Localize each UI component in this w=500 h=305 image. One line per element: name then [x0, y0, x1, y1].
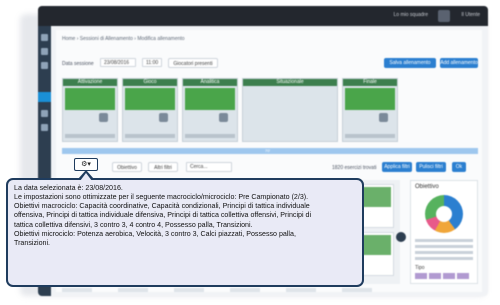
phase-column[interactable]: Analitica	[182, 78, 238, 142]
tooltip-line: tattica collettiva difensivi, 3 contro 3…	[14, 220, 253, 229]
phase-title: Finale	[343, 79, 397, 86]
objective-title: Obiettivo	[415, 184, 439, 190]
team-icon[interactable]	[41, 62, 48, 69]
user-menu[interactable]: Il Utente	[461, 12, 480, 18]
results-count: 1820 esercizi trovati	[332, 165, 377, 171]
phase-footer	[125, 134, 175, 138]
phase-footer	[65, 134, 115, 138]
phase-footer	[185, 134, 235, 138]
exercise-thumbnail[interactable]	[345, 88, 395, 110]
phase-column[interactable]: Attivazione	[62, 78, 118, 142]
total-time-label: 70'	[265, 148, 271, 153]
exercise-icon	[379, 113, 388, 122]
top-bar: Lo mio squadre Il Utente	[38, 6, 488, 26]
tooltip-line: offensiva, Principi di tattica individua…	[14, 211, 312, 220]
exercise-thumbnail[interactable]	[185, 88, 235, 110]
tooltip-line: Obiettivi macrociclo: Capacità coordinat…	[14, 202, 310, 211]
tooltip-line: La data selezionata è: 23/08/2016.	[14, 184, 123, 192]
tooltip-line: Obiettivi microciclo: Potenza aerobica, …	[14, 229, 296, 238]
type-tag	[443, 273, 455, 279]
phase-column[interactable]: Gioco	[122, 78, 178, 142]
exercise-icon	[99, 113, 108, 122]
type-tag	[429, 273, 441, 279]
type-tag	[457, 273, 469, 279]
apply-filters-button[interactable]: Applica filtri	[382, 162, 412, 172]
phase-title: Situazionale	[243, 79, 337, 86]
filter-row: Obiettivo Altri filtri Cerca... 1820 ese…	[62, 162, 478, 174]
phase-title: Attivazione	[63, 79, 117, 86]
legend-row	[415, 257, 473, 260]
type-label: Tipo	[415, 265, 425, 271]
team-menu[interactable]: Lo mio squadre	[394, 12, 428, 18]
ok-button[interactable]: Ok	[452, 162, 466, 172]
date-label: Data sessione	[62, 61, 94, 67]
add-training-button[interactable]: Add allenamento	[440, 58, 478, 68]
date-input[interactable]: 23/08/2016	[100, 58, 136, 67]
reset-filters-button[interactable]: Pulisci filtri	[416, 162, 446, 172]
other-filters[interactable]: Altri filtri	[148, 162, 178, 172]
search-input[interactable]: Cerca...	[186, 162, 232, 172]
card-actions-row	[62, 288, 478, 293]
next-page-icon[interactable]	[396, 232, 406, 242]
phase-title: Analitica	[183, 79, 237, 86]
phase-footer	[345, 134, 395, 138]
phase-title: Gioco	[123, 79, 177, 86]
exercise-icon	[159, 113, 168, 122]
phase-column[interactable]: Finale	[342, 78, 398, 142]
present-players-button[interactable]: Giocatori presenti	[168, 58, 218, 68]
date-row: Data sessione 23/08/2016 11:00 Giocatori…	[62, 58, 478, 70]
save-training-button[interactable]: Salva allenamento	[384, 58, 436, 68]
exercise-icon[interactable]	[41, 110, 48, 117]
exercise-thumbnail[interactable]	[65, 88, 115, 110]
exercise-thumbnail[interactable]	[125, 88, 175, 110]
tooltip-line: Transizioni.	[14, 238, 51, 247]
breadcrumb[interactable]: Home › Sessioni di Allenamento › Modific…	[62, 36, 185, 42]
avatar[interactable]	[438, 10, 450, 22]
training-icon[interactable]	[38, 92, 51, 102]
total-time-bar: 70'	[62, 148, 478, 154]
home-icon[interactable]	[41, 34, 48, 41]
objective-donut-chart	[425, 195, 463, 233]
exercise-icon	[219, 113, 228, 122]
objective-panel: Obiettivo Tipo	[410, 180, 478, 284]
time-input[interactable]: 11:00	[142, 58, 162, 67]
tooltip-line: Le impostazioni sono ottimizzate per il …	[14, 193, 309, 202]
type-tag	[415, 273, 427, 279]
legend-row	[415, 239, 473, 242]
info-tooltip: La data selezionata è: 23/08/2016. Le im…	[6, 170, 364, 287]
calendar-icon[interactable]	[41, 48, 48, 55]
legend-row	[415, 251, 473, 254]
stats-icon[interactable]	[41, 124, 48, 131]
phase-column[interactable]: Situazionale	[242, 78, 338, 142]
objective-filter[interactable]: Obiettivo	[112, 162, 142, 172]
legend-row	[415, 245, 473, 248]
